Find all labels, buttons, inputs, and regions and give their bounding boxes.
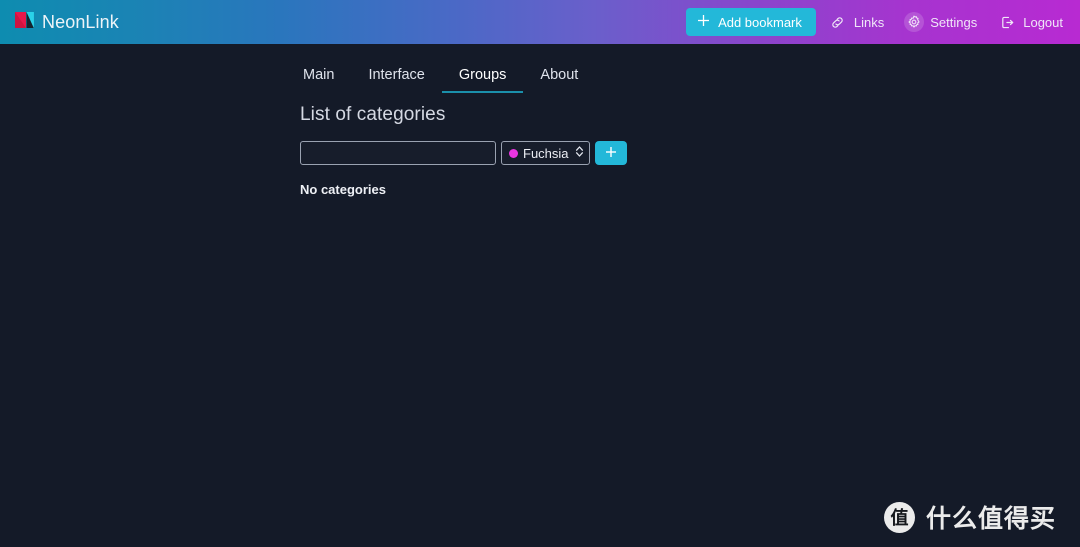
nav-item-links[interactable]: Links	[820, 8, 892, 36]
link-chain-icon	[828, 12, 848, 32]
chevron-up-down-icon	[575, 145, 584, 161]
plus-icon	[697, 14, 710, 30]
gear-icon	[904, 12, 925, 32]
neonlink-logo-icon	[13, 9, 35, 36]
add-category-button[interactable]	[594, 141, 627, 165]
nav-item-logout-label: Logout	[1023, 14, 1063, 30]
empty-state-message: No categories	[300, 182, 386, 197]
tab-interface[interactable]: Interface	[351, 67, 441, 94]
categories-panel: List of categories Fuchsia No categories	[286, 93, 1080, 197]
tab-groups[interactable]: Groups	[441, 67, 524, 93]
color-swatch-icon	[509, 148, 518, 158]
category-color-label: Fuchsia	[523, 145, 569, 161]
page-title: List of categories	[300, 104, 446, 125]
category-name-input[interactable]	[300, 141, 496, 165]
tab-bar: Main Interface Groups About	[286, 57, 1080, 93]
add-category-form: Fuchsia	[300, 141, 1080, 165]
brand-name: NeonLink	[42, 11, 119, 32]
watermark: 值 什么值得买	[883, 499, 1056, 535]
nav-item-settings-label: Settings	[930, 14, 978, 30]
header-actions: Add bookmark Links Settings Logout	[686, 8, 1071, 36]
main-content: Main Interface Groups About List of cate…	[0, 44, 1080, 197]
add-bookmark-label: Add bookmark	[718, 14, 802, 30]
nav-item-links-label: Links	[853, 14, 885, 30]
watermark-text: 什么值得买	[925, 504, 1056, 533]
logout-icon	[997, 12, 1017, 32]
top-header-bar: NeonLink Add bookmark Links Settings Log…	[0, 0, 1080, 44]
tab-main[interactable]: Main	[286, 67, 351, 94]
tab-about[interactable]: About	[523, 67, 595, 94]
nav-item-logout[interactable]: Logout	[989, 8, 1071, 36]
nav-item-settings[interactable]: Settings	[896, 8, 985, 36]
plus-icon	[605, 146, 617, 161]
watermark-badge-icon: 值	[883, 501, 915, 533]
add-bookmark-button[interactable]: Add bookmark	[686, 8, 816, 36]
brand-logo[interactable]: NeonLink	[13, 9, 119, 36]
category-color-select[interactable]: Fuchsia	[501, 141, 590, 165]
